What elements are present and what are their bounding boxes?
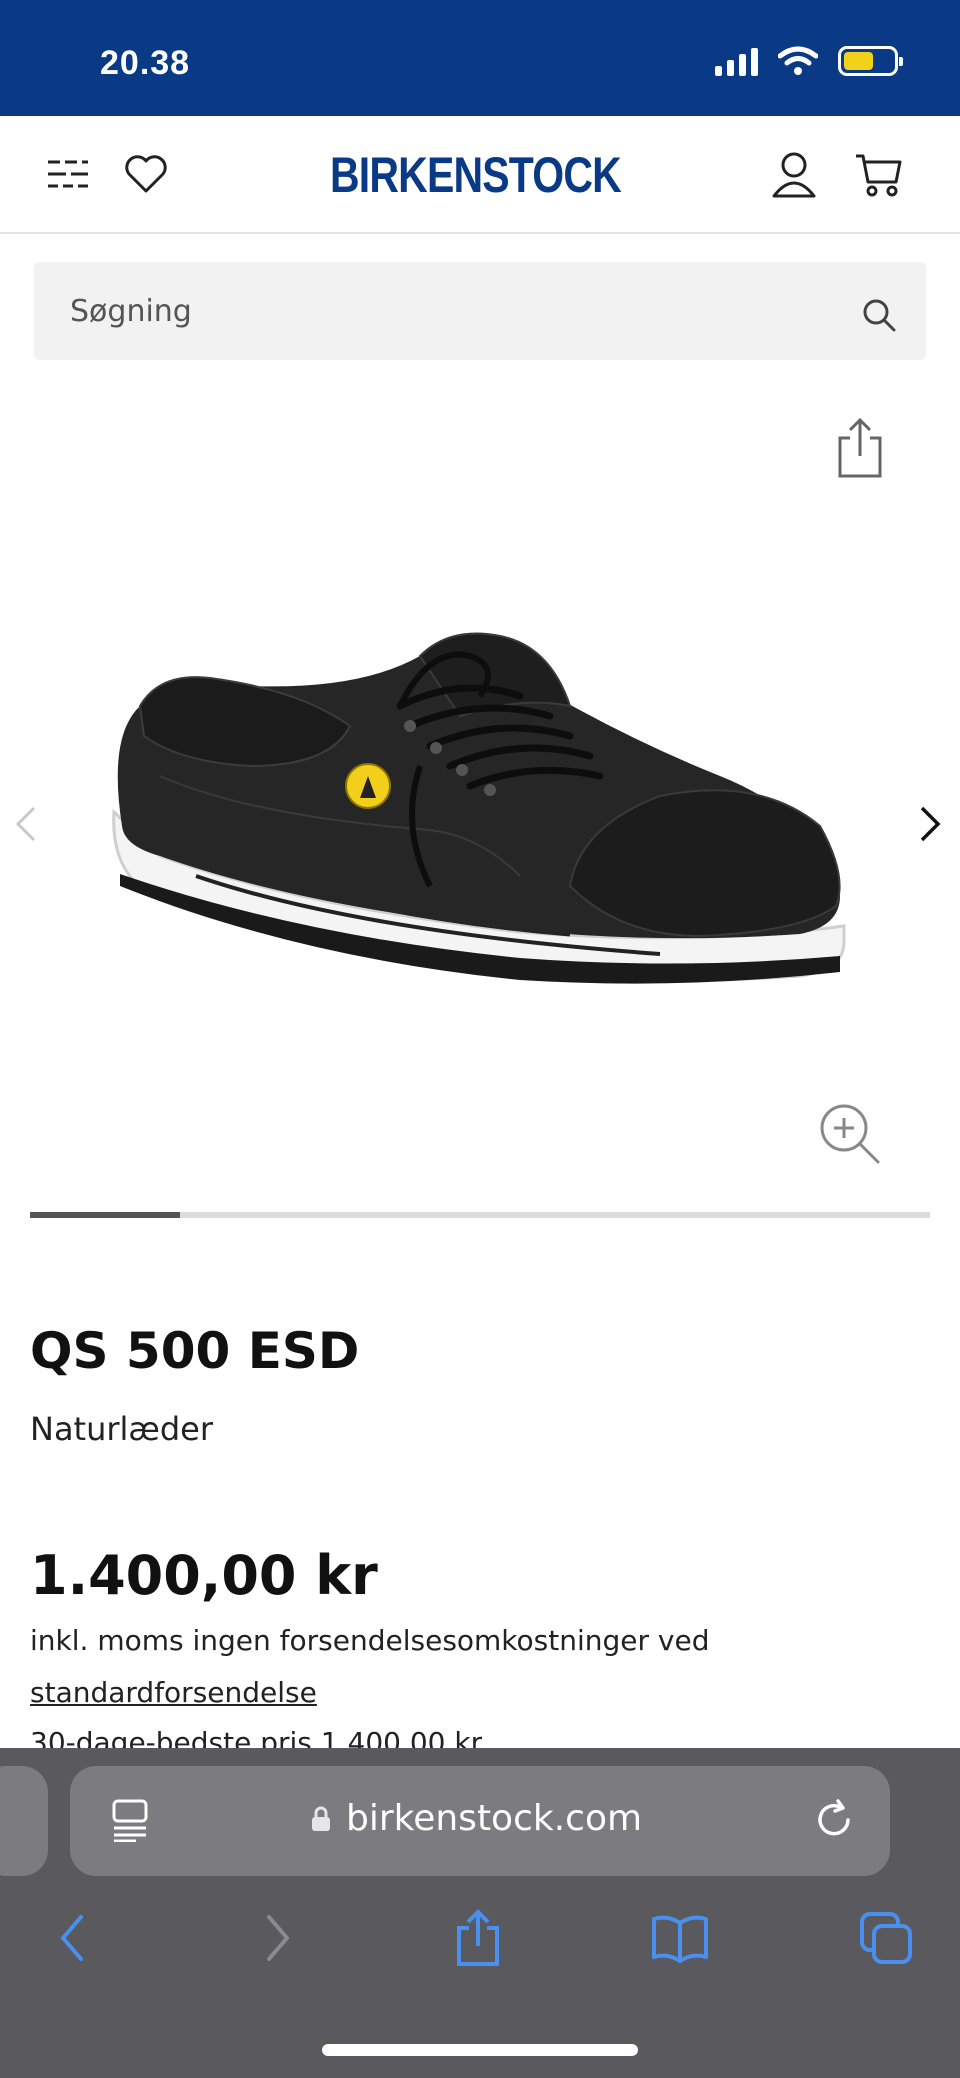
url-text: birkenstock.com	[346, 1798, 643, 1839]
wifi-icon	[778, 46, 818, 75]
product-image	[112, 632, 846, 984]
tabs-icon[interactable]	[856, 1908, 916, 1968]
gallery-progress	[30, 1212, 930, 1218]
search-bar	[34, 262, 926, 360]
product-price: 1.400,00 kr	[30, 1544, 378, 1607]
user-icon[interactable]	[770, 150, 818, 198]
menu-icon[interactable]	[44, 150, 92, 198]
url-display[interactable]: birkenstock.com	[310, 1798, 642, 1839]
battery-icon	[838, 46, 903, 76]
cellular-signal-icon	[715, 46, 758, 76]
cart-icon[interactable]	[854, 150, 902, 198]
gallery-progress-fill	[30, 1212, 181, 1218]
reader-icon[interactable]	[110, 1798, 150, 1842]
status-bar: 20.38	[0, 0, 960, 116]
product-gallery[interactable]	[0, 386, 960, 1218]
previous-image-icon[interactable]	[14, 804, 38, 844]
zoom-icon[interactable]	[818, 1102, 882, 1166]
product-name: QS 500 ESD	[30, 1322, 360, 1380]
product-material: Naturlæder	[30, 1410, 213, 1448]
battery-level	[844, 52, 873, 70]
browser-bar: birkenstock.com	[0, 1748, 960, 2078]
brand-logo[interactable]: BIRKENSTOCK	[330, 146, 622, 204]
share-sheet-icon[interactable]	[448, 1908, 508, 1968]
forward-icon[interactable]	[248, 1908, 308, 1968]
lock-icon	[312, 1806, 330, 1831]
site-header: BIRKENSTOCK	[0, 116, 960, 234]
reload-icon[interactable]	[812, 1798, 856, 1842]
status-time: 20.38	[100, 44, 191, 82]
shipping-link[interactable]: standardforsendelse	[30, 1676, 317, 1709]
bookmarks-icon[interactable]	[650, 1908, 710, 1968]
status-icons	[715, 46, 903, 76]
search-icon[interactable]	[862, 298, 896, 332]
home-indicator	[322, 2044, 638, 2056]
next-image-icon[interactable]	[918, 804, 942, 844]
address-bar[interactable]: birkenstock.com	[70, 1766, 890, 1876]
browser-toolbar	[0, 1908, 960, 2008]
share-icon[interactable]	[834, 416, 886, 480]
previous-tab[interactable]	[0, 1766, 48, 1876]
search-input[interactable]	[70, 284, 830, 338]
tax-note: inkl. moms ingen forsendelsesomkostninge…	[30, 1624, 710, 1657]
best-price-note: 30-dage-bedste pris 1.400,00 kr	[30, 1726, 483, 1748]
back-icon[interactable]	[42, 1908, 102, 1968]
heart-icon[interactable]	[122, 150, 170, 198]
